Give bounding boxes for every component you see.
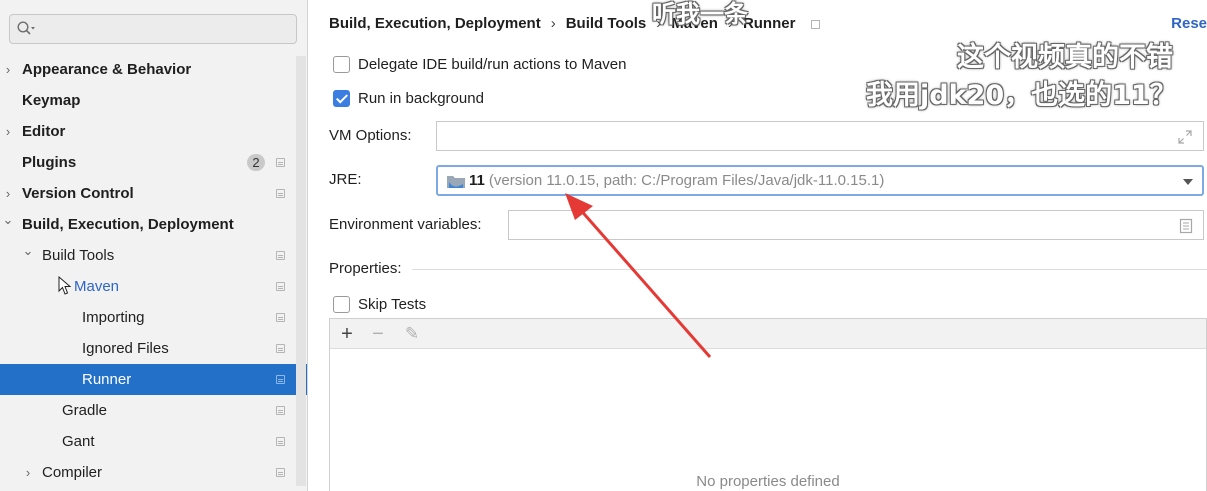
sidebar-item-label: Keymap [22, 92, 81, 109]
properties-table[interactable]: + − ✎ No properties defined [329, 318, 1207, 491]
skip-tests-checkbox[interactable] [333, 296, 350, 313]
settings-search-input[interactable] [38, 18, 292, 42]
breadcrumb-item-runner: Runner [742, 15, 796, 32]
remove-icon[interactable]: − [367, 323, 389, 345]
project-settings-icon [276, 344, 285, 353]
sidebar-item-label: Importing [82, 309, 145, 326]
chevron-right-icon[interactable]: › [2, 178, 14, 209]
project-settings-icon [276, 251, 285, 260]
settings-sidebar: › Appearance & Behavior Keymap › Editor Plugi… [0, 0, 308, 491]
vm-options-input[interactable] [443, 126, 1173, 148]
sidebar-item-label: Plugins [22, 154, 77, 171]
chevron-down-icon[interactable]: ⌄ [2, 209, 14, 240]
subtitle-top: 听我一条 [652, 0, 748, 28]
breadcrumb-item-build-tools[interactable]: Build Tools [566, 13, 647, 35]
search-icon [17, 21, 35, 35]
empty-properties-text: No properties defined [696, 473, 840, 490]
chevron-right-icon[interactable]: › [2, 54, 14, 85]
subtitle-line-1: 这个视频真的不错 [957, 42, 1173, 73]
sidebar-item-compiler[interactable]: › Compiler [0, 457, 307, 488]
sidebar-item-label: Ignored Files [82, 340, 169, 357]
add-icon[interactable]: + [336, 323, 358, 345]
chevron-right-icon[interactable]: › [22, 457, 34, 488]
sidebar-item-build-tools[interactable]: ⌄ Build Tools [0, 240, 307, 271]
sidebar-item-label: Runner [82, 371, 132, 388]
project-settings-icon [276, 158, 285, 167]
project-settings-icon [276, 406, 285, 415]
project-settings-icon [811, 19, 821, 29]
project-settings-icon [276, 468, 285, 477]
project-settings-icon [276, 375, 285, 384]
sidebar-item-label: Version Control [22, 185, 134, 202]
edit-icon[interactable]: ✎ [401, 323, 423, 345]
sidebar-item-label: Editor [22, 123, 66, 140]
run-in-background-label: Run in background [358, 90, 484, 107]
project-settings-icon [276, 437, 285, 446]
jre-value: 11 (version 11.0.15, path: C:/Program Fil… [469, 170, 884, 192]
sidebar-item-gradle[interactable]: Gradle [0, 395, 307, 426]
environment-variables-field[interactable] [508, 210, 1204, 240]
jre-label: JRE: [329, 171, 362, 188]
mouse-cursor-icon [58, 276, 72, 295]
sidebar-item-editor[interactable]: › Editor [0, 116, 307, 147]
delegate-checkbox[interactable] [333, 56, 350, 73]
sidebar-item-maven[interactable]: Maven [0, 271, 307, 302]
chevron-right-icon[interactable]: › [2, 116, 14, 147]
vm-options-field[interactable] [436, 121, 1204, 151]
sidebar-item-label: Appearance & Behavior [22, 61, 192, 78]
sidebar-item-label: Gradle [62, 402, 108, 419]
update-count-badge: 2 [247, 154, 265, 171]
sidebar-item-label: Compiler [42, 464, 103, 481]
expand-icon[interactable] [1177, 129, 1193, 145]
jre-dropdown[interactable]: 11 (version 11.0.15, path: C:/Program Fil… [436, 165, 1204, 196]
chevron-down-icon[interactable]: ⌄ [22, 240, 34, 271]
jre-path-detail: (version 11.0.15, path: C:/Program Files… [488, 172, 885, 189]
project-settings-icon [276, 282, 285, 291]
run-in-background-checkbox[interactable] [333, 90, 350, 107]
environment-variables-input[interactable] [515, 215, 1173, 237]
properties-toolbar: + − ✎ [330, 319, 1206, 349]
sidebar-item-label: Build, Execution, Deployment [22, 216, 234, 233]
sidebar-item-version-control[interactable]: › Version Control [0, 178, 307, 209]
vm-options-label: VM Options: [329, 127, 412, 144]
sidebar-item-plugins[interactable]: Plugins 2 [0, 147, 307, 178]
properties-label: Properties: [329, 260, 402, 277]
subtitle-line-2: 我用jdk20，也选的11？ [866, 80, 1177, 111]
sidebar-item-gant[interactable]: Gant [0, 426, 307, 457]
sidebar-item-build-execution-deployment[interactable]: ⌄ Build, Execution, Deployment [0, 209, 307, 240]
environment-variables-label: Environment variables: [329, 216, 482, 233]
project-settings-icon [276, 313, 285, 322]
reset-link[interactable]: Rese [1171, 13, 1207, 35]
skip-tests-label: Skip Tests [358, 296, 427, 313]
jre-version: 11 [469, 172, 485, 189]
settings-tree: › Appearance & Behavior Keymap › Editor Plugi… [0, 54, 307, 488]
sidebar-item-label: Build Tools [42, 247, 115, 264]
settings-search-box[interactable] [9, 14, 297, 44]
sidebar-item-importing[interactable]: Importing [0, 302, 307, 333]
sidebar-item-appearance-behavior[interactable]: › Appearance & Behavior [0, 54, 307, 85]
sidebar-item-keymap[interactable]: Keymap [0, 85, 307, 116]
sidebar-item-label: Maven [74, 278, 120, 295]
sidebar-item-runner[interactable]: Runner [0, 364, 307, 395]
delegate-checkbox-label: Delegate IDE build/run actions to Maven [358, 56, 627, 73]
sidebar-item-label: Gant [62, 433, 95, 450]
project-settings-icon [276, 189, 285, 198]
breadcrumb-separator-icon: › [550, 15, 556, 32]
sidebar-scrollbar[interactable] [296, 56, 306, 486]
breadcrumb-item-build-execution-deployment[interactable]: Build, Execution, Deployment [329, 13, 541, 35]
jdk-folder-icon [447, 176, 465, 188]
chevron-down-icon[interactable] [1182, 178, 1194, 186]
sidebar-item-ignored-files[interactable]: Ignored Files [0, 333, 307, 364]
browse-document-icon[interactable] [1179, 218, 1193, 234]
properties-separator [412, 269, 1207, 270]
